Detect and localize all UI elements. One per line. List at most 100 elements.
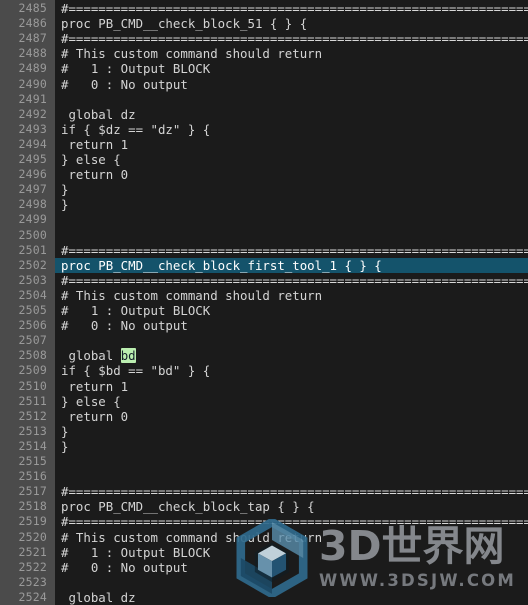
line-number: 2497 <box>18 182 47 197</box>
code-line[interactable]: # This custom command should return <box>55 46 528 61</box>
code-line[interactable]: proc PB_CMD__check_block_51 { } { <box>55 16 528 31</box>
code-line-text: #=======================================… <box>61 1 528 16</box>
line-number: 2517 <box>18 484 47 499</box>
code-line-text: proc PB_CMD__check_block_tap { } { <box>61 499 315 515</box>
code-line[interactable]: # 0 : No output <box>55 560 528 575</box>
code-line[interactable] <box>55 92 528 107</box>
code-line-text: global dz <box>61 589 136 605</box>
line-number: 2490 <box>18 76 47 91</box>
code-line[interactable]: } else { <box>55 394 528 409</box>
code-line-text: } <box>61 438 69 454</box>
code-line[interactable]: #=======================================… <box>55 31 528 46</box>
code-line-text: return 0 <box>61 167 129 183</box>
code-line[interactable]: # 1 : Output BLOCK <box>55 61 528 76</box>
code-line[interactable]: return 0 <box>55 409 528 424</box>
line-number: 2493 <box>18 121 47 136</box>
line-number-gutter[interactable]: 2485 2486 2487 2488 2489 2490 2491 2492 2493 2494… <box>0 0 55 605</box>
line-number: 2501 <box>18 242 47 257</box>
code-line-text: return 1 <box>61 378 129 394</box>
line-number: 2507 <box>18 333 47 348</box>
code-line[interactable]: # 0 : No output <box>55 318 528 333</box>
line-number: 2500 <box>18 227 47 242</box>
code-line[interactable]: #=======================================… <box>55 1 528 16</box>
code-line[interactable] <box>55 333 528 348</box>
code-line[interactable] <box>55 469 528 484</box>
code-line[interactable]: if { $bd == "bd" } { <box>55 363 528 378</box>
line-number: 2515 <box>18 454 47 468</box>
code-line-text: global bd <box>61 348 136 364</box>
line-number: 2494 <box>18 136 47 151</box>
code-line[interactable]: } <box>55 439 528 454</box>
code-line-text: # This custom command should return <box>61 46 323 62</box>
code-line-text: # This custom command should return <box>61 287 323 303</box>
code-line[interactable]: # 0 : No output <box>55 77 528 92</box>
line-number: 2522 <box>18 559 47 574</box>
line-number: 2519 <box>18 514 47 529</box>
code-line[interactable]: # 1 : Output BLOCK <box>55 545 528 560</box>
code-text-area[interactable]: #=======================================… <box>55 0 528 605</box>
code-line-text: #=======================================… <box>61 514 528 530</box>
line-number: 2510 <box>18 378 47 393</box>
code-line[interactable]: # This custom command should return <box>55 288 528 303</box>
code-line[interactable]: } <box>55 424 528 439</box>
line-number: 2504 <box>18 287 47 302</box>
code-line-text: if { $dz == "dz" } { <box>61 121 211 137</box>
code-line[interactable]: proc PB_CMD__check_block_tap { } { <box>55 499 528 514</box>
code-line-text: # This custom command should return <box>61 529 323 545</box>
code-line-text: proc PB_CMD__check_block_first_tool_1 { … <box>61 257 382 273</box>
code-line-text: global dz <box>61 106 136 122</box>
line-number: 2506 <box>18 318 47 333</box>
line-number: 2485 <box>18 1 47 15</box>
code-line-text: #=======================================… <box>61 31 528 47</box>
code-line[interactable]: # 1 : Output BLOCK <box>55 303 528 318</box>
line-number: 2503 <box>18 272 47 287</box>
code-line[interactable]: } <box>55 182 528 197</box>
line-number: 2499 <box>18 212 47 227</box>
code-line-text: # 1 : Output BLOCK <box>61 303 211 318</box>
code-line[interactable] <box>55 575 528 590</box>
line-number: 2495 <box>18 152 47 166</box>
code-line-selected[interactable]: proc PB_CMD__check_block_first_tool_1 { … <box>55 257 528 273</box>
code-line-text: } <box>61 197 69 213</box>
line-number: 2486 <box>18 16 47 31</box>
code-line-text: # 0 : No output <box>61 559 188 575</box>
code-line[interactable]: return 1 <box>55 137 528 152</box>
code-line[interactable]: } <box>55 197 528 212</box>
code-line[interactable]: #=======================================… <box>55 514 528 529</box>
code-line-text: #=======================================… <box>61 242 528 258</box>
code-line-text: #=======================================… <box>61 272 528 288</box>
line-number: 2502 <box>18 257 47 272</box>
line-number: 2518 <box>18 499 47 514</box>
code-line-text: } else { <box>61 152 121 167</box>
code-line-text: if { $bd == "bd" } { <box>61 363 211 379</box>
code-line[interactable]: } else { <box>55 152 528 167</box>
code-line[interactable] <box>55 212 528 227</box>
code-line[interactable]: if { $dz == "dz" } { <box>55 122 528 137</box>
line-number: 2491 <box>18 91 47 106</box>
code-line[interactable]: #=======================================… <box>55 484 528 499</box>
code-line[interactable]: #=======================================… <box>55 273 528 288</box>
code-line[interactable]: global dz <box>55 107 528 122</box>
code-line[interactable]: return 1 <box>55 379 528 394</box>
code-line-text: return 0 <box>61 408 129 424</box>
line-number: 2492 <box>18 106 47 121</box>
line-number: 2516 <box>18 469 47 484</box>
line-number: 2513 <box>18 423 47 438</box>
code-line[interactable]: # This custom command should return <box>55 530 528 545</box>
code-line-text: } else { <box>61 393 121 409</box>
code-line[interactable]: global bd <box>55 348 528 364</box>
line-number: 2489 <box>18 61 47 76</box>
code-line[interactable]: #=======================================… <box>55 243 528 258</box>
line-number: 2511 <box>18 393 47 408</box>
line-number: 2487 <box>18 31 47 46</box>
code-line[interactable]: return 0 <box>55 167 528 182</box>
line-number: 2498 <box>18 197 47 212</box>
code-line[interactable]: global dz <box>55 590 528 605</box>
code-editor[interactable]: 2485 2486 2487 2488 2489 2490 2491 2492 2493 2494… <box>0 0 528 605</box>
line-number: 2524 <box>18 589 47 604</box>
line-number: 2523 <box>18 574 47 589</box>
code-line[interactable] <box>55 454 528 469</box>
code-line[interactable] <box>55 228 528 243</box>
code-line-text: # 0 : No output <box>61 318 188 334</box>
line-number: 2520 <box>18 529 47 544</box>
